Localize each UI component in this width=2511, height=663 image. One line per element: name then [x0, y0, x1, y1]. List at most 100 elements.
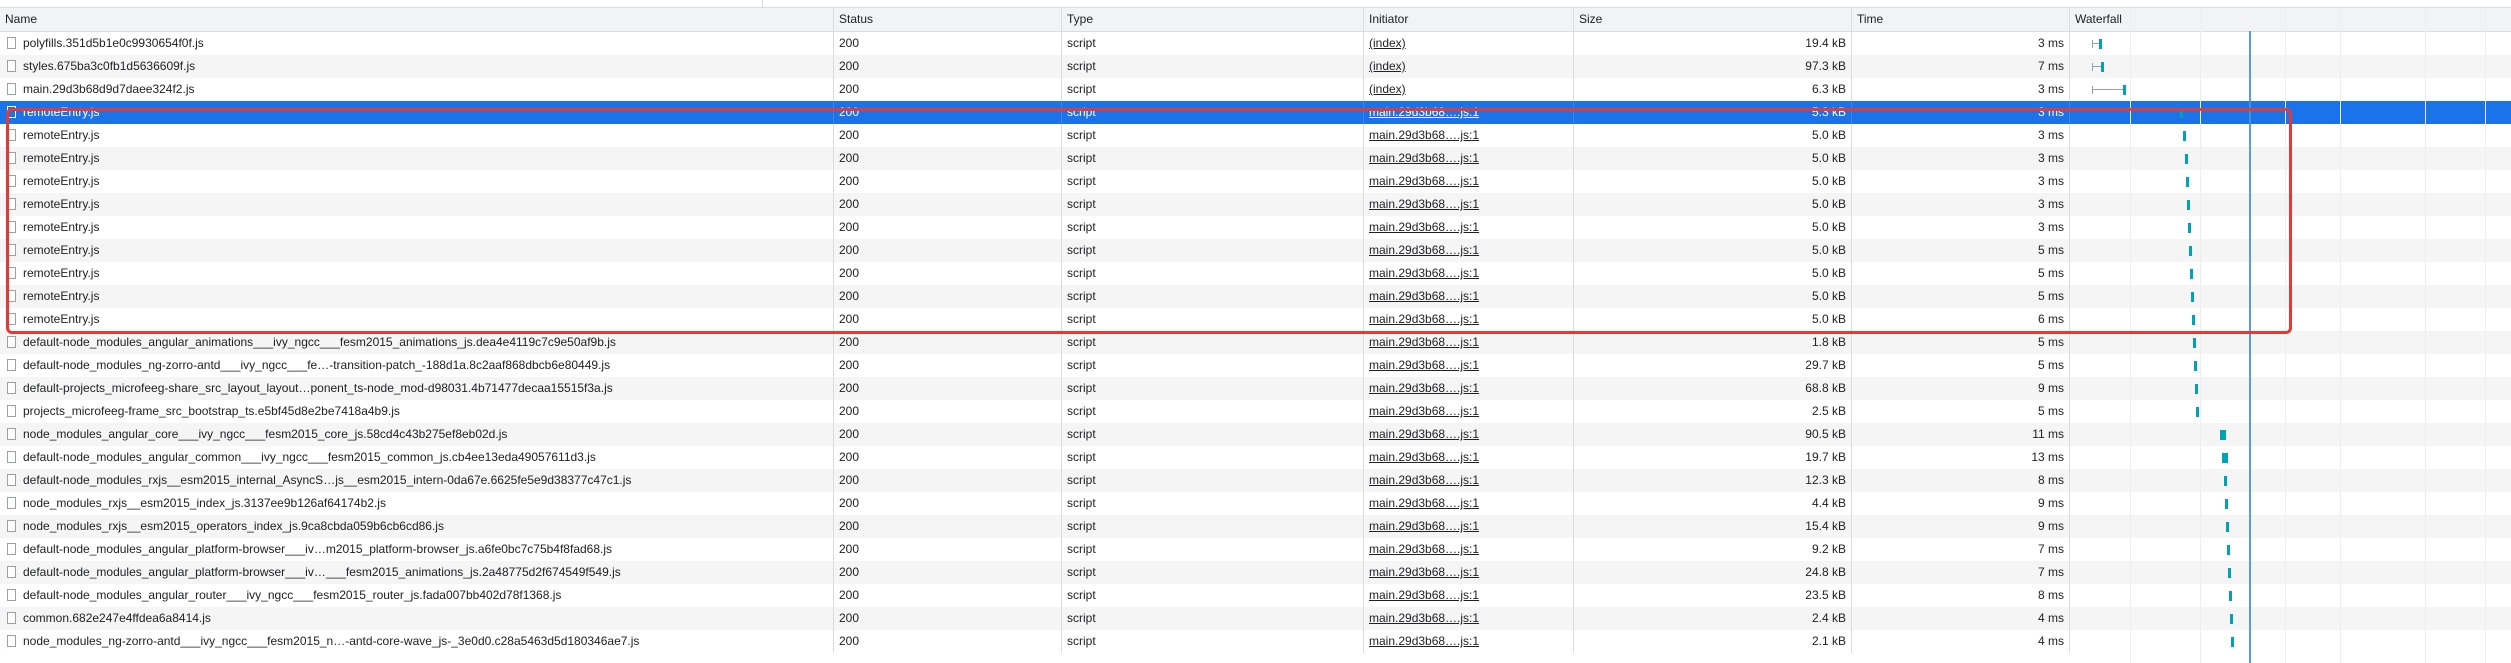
initiator-link[interactable]: main.29d3b68….js:1	[1369, 174, 1479, 188]
table-row[interactable]: default-projects_microfeeg-share_src_lay…	[0, 377, 2511, 400]
table-row[interactable]: default-node_modules_angular_platform-br…	[0, 538, 2511, 561]
table-row[interactable]: remoteEntry.js 200 script main.29d3b68….js:…	[0, 124, 2511, 147]
waterfall-receive-bar	[2180, 108, 2184, 118]
waterfall-receive-bar	[2219, 430, 2226, 440]
column-header-status[interactable]: Status	[834, 8, 1062, 31]
request-name: default-node_modules_angular_platform-br…	[23, 565, 621, 579]
initiator-link[interactable]: main.29d3b68….js:1	[1369, 243, 1479, 257]
table-row[interactable]: default-node_modules_angular_animations_…	[0, 331, 2511, 354]
table-row[interactable]: main.29d3b68d9d7daee324f2.js 200 script (in…	[0, 78, 2511, 101]
waterfall-cell	[2070, 55, 2511, 78]
request-type: script	[1062, 147, 1364, 170]
initiator-link[interactable]: main.29d3b68….js:1	[1369, 634, 1479, 648]
initiator-link[interactable]: main.29d3b68….js:1	[1369, 197, 1479, 211]
table-row[interactable]: node_modules_rxjs__esm2015_index_js.3137…	[0, 492, 2511, 515]
file-icon	[7, 129, 16, 141]
table-row[interactable]: remoteEntry.js 200 script main.29d3b68….js:…	[0, 308, 2511, 331]
table-row[interactable]: remoteEntry.js 200 script main.29d3b68….js:…	[0, 170, 2511, 193]
table-row[interactable]: remoteEntry.js 200 script main.29d3b68….js:…	[0, 193, 2511, 216]
request-type: script	[1062, 55, 1364, 78]
request-name: node_modules_rxjs__esm2015_index_js.3137…	[23, 496, 386, 510]
initiator-link[interactable]: main.29d3b68….js:1	[1369, 335, 1479, 349]
column-header-time[interactable]: Time	[1852, 8, 2070, 31]
file-icon	[7, 221, 16, 233]
file-icon	[7, 244, 16, 256]
waterfall-receive-bar	[2196, 407, 2200, 417]
waterfall-receive-bar	[2189, 246, 2193, 256]
request-initiator-cell: main.29d3b68….js:1	[1364, 377, 1574, 400]
request-status: 200	[834, 32, 1062, 55]
column-header-type[interactable]: Type	[1062, 8, 1364, 31]
initiator-link[interactable]: main.29d3b68….js:1	[1369, 450, 1479, 464]
table-row[interactable]: default-node_modules_angular_router___iv…	[0, 584, 2511, 607]
initiator-link[interactable]: main.29d3b68….js:1	[1369, 151, 1479, 165]
request-name: default-node_modules_angular_router___iv…	[23, 588, 562, 602]
table-row[interactable]: default-node_modules_angular_common___iv…	[0, 446, 2511, 469]
waterfall-receive-bar	[2195, 384, 2199, 394]
table-row[interactable]: node_modules_rxjs__esm2015_operators_ind…	[0, 515, 2511, 538]
request-status: 200	[834, 262, 1062, 285]
initiator-link[interactable]: main.29d3b68….js:1	[1369, 542, 1479, 556]
initiator-link[interactable]: main.29d3b68….js:1	[1369, 565, 1479, 579]
request-size: 5.0 kB	[1574, 239, 1852, 262]
initiator-link[interactable]: main.29d3b68….js:1	[1369, 312, 1479, 326]
initiator-link[interactable]: main.29d3b68….js:1	[1369, 381, 1479, 395]
table-row[interactable]: remoteEntry.js 200 script main.29d3b68….js:…	[0, 101, 2511, 124]
table-row[interactable]: default-node_modules_angular_platform-br…	[0, 561, 2511, 584]
initiator-link[interactable]: main.29d3b68….js:1	[1369, 473, 1479, 487]
request-initiator-cell: main.29d3b68….js:1	[1364, 446, 1574, 469]
request-initiator-cell: main.29d3b68….js:1	[1364, 354, 1574, 377]
initiator-link[interactable]: main.29d3b68….js:1	[1369, 220, 1479, 234]
request-name: default-node_modules_angular_animations_…	[23, 335, 616, 349]
initiator-link[interactable]: main.29d3b68….js:1	[1369, 427, 1479, 441]
initiator-link[interactable]: (index)	[1369, 82, 1406, 96]
table-row[interactable]: projects_microfeeg-frame_src_bootstrap_t…	[0, 400, 2511, 423]
request-type: script	[1062, 262, 1364, 285]
table-row[interactable]: polyfills.351d5b1e0c9930654f0f.js 200 scri…	[0, 32, 2511, 55]
file-icon	[7, 497, 16, 509]
initiator-link[interactable]: main.29d3b68….js:1	[1369, 289, 1479, 303]
file-icon	[7, 612, 16, 624]
table-row[interactable]: common.682e247e4ffdea6a8414.js 200 script m…	[0, 607, 2511, 630]
table-row[interactable]: default-node_modules_ng-zorro-antd___ivy…	[0, 354, 2511, 377]
request-size: 23.5 kB	[1574, 584, 1852, 607]
column-header-size[interactable]: Size	[1574, 8, 1852, 31]
request-name-cell: common.682e247e4ffdea6a8414.js	[0, 607, 834, 630]
table-row[interactable]: remoteEntry.js 200 script main.29d3b68….js:…	[0, 216, 2511, 239]
table-row[interactable]: node_modules_angular_core___ivy_ngcc___f…	[0, 423, 2511, 446]
table-row[interactable]: remoteEntry.js 200 script main.29d3b68….js:…	[0, 285, 2511, 308]
initiator-link[interactable]: main.29d3b68….js:1	[1369, 266, 1479, 280]
waterfall-cell	[2070, 32, 2511, 55]
request-name: polyfills.351d5b1e0c9930654f0f.js	[23, 36, 204, 50]
initiator-link[interactable]: main.29d3b68….js:1	[1369, 496, 1479, 510]
request-time: 6 ms	[1852, 308, 2070, 331]
waterfall-cell	[2070, 101, 2511, 124]
column-header-name[interactable]: Name	[0, 8, 834, 31]
initiator-link[interactable]: (index)	[1369, 36, 1406, 50]
request-type: script	[1062, 101, 1364, 124]
initiator-link[interactable]: (index)	[1369, 59, 1406, 73]
initiator-link[interactable]: main.29d3b68….js:1	[1369, 128, 1479, 142]
initiator-link[interactable]: main.29d3b68….js:1	[1369, 358, 1479, 372]
request-time: 11 ms	[1852, 423, 2070, 446]
file-icon	[7, 520, 16, 532]
table-row[interactable]: styles.675ba3c0fb1d5636609f.js 200 script (…	[0, 55, 2511, 78]
table-row[interactable]: remoteEntry.js 200 script main.29d3b68….js:…	[0, 239, 2511, 262]
table-row[interactable]: remoteEntry.js 200 script main.29d3b68….js:…	[0, 262, 2511, 285]
request-size: 68.8 kB	[1574, 377, 1852, 400]
table-row[interactable]: remoteEntry.js 200 script main.29d3b68….js:…	[0, 147, 2511, 170]
initiator-link[interactable]: main.29d3b68….js:1	[1369, 519, 1479, 533]
column-header-initiator[interactable]: Initiator	[1364, 8, 1574, 31]
file-icon	[7, 37, 16, 49]
request-time: 7 ms	[1852, 561, 2070, 584]
initiator-link[interactable]: main.29d3b68….js:1	[1369, 588, 1479, 602]
waterfall-receive-bar	[2226, 522, 2230, 532]
initiator-link[interactable]: main.29d3b68….js:1	[1369, 105, 1479, 119]
table-row[interactable]: default-node_modules_rxjs__esm2015_inter…	[0, 469, 2511, 492]
column-header-waterfall[interactable]: Waterfall	[2070, 8, 2511, 31]
initiator-link[interactable]: main.29d3b68….js:1	[1369, 404, 1479, 418]
request-time: 3 ms	[1852, 32, 2070, 55]
table-row[interactable]: node_modules_ng-zorro-antd___ivy_ngcc___…	[0, 630, 2511, 653]
request-name-cell: remoteEntry.js	[0, 101, 834, 124]
initiator-link[interactable]: main.29d3b68….js:1	[1369, 611, 1479, 625]
